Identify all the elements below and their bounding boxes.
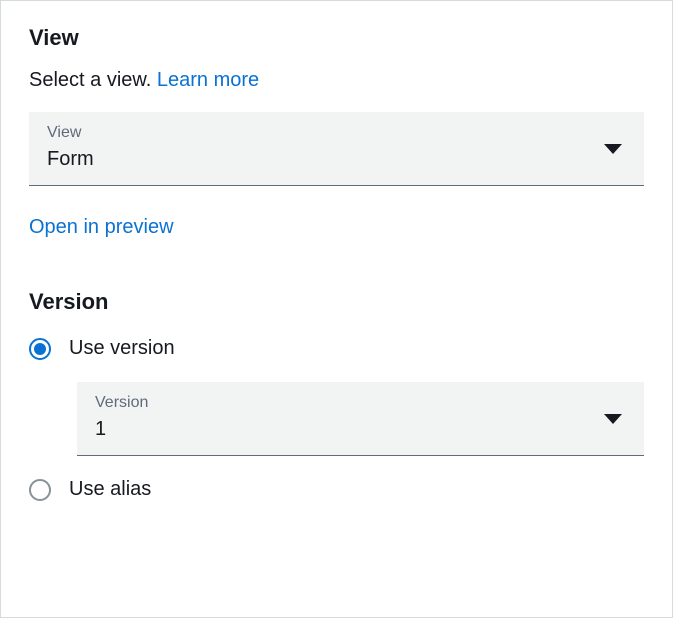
view-heading: View [29, 25, 644, 51]
view-subtitle-row: Select a view. Learn more [29, 69, 644, 92]
version-select[interactable]: Version 1 [77, 382, 644, 456]
radio-selected-dot-icon [34, 343, 46, 355]
version-select-value: 1 [95, 418, 626, 441]
chevron-down-icon [604, 144, 622, 154]
open-in-preview-link[interactable]: Open in preview [29, 216, 174, 238]
chevron-down-icon [604, 414, 622, 424]
radio-use-alias-row: Use alias [29, 478, 644, 501]
version-nested-select-wrap: Version 1 [77, 382, 644, 456]
version-heading: Version [29, 289, 644, 315]
view-subtitle-text: Select a view. [29, 69, 151, 91]
view-select[interactable]: View Form [29, 112, 644, 186]
radio-use-alias[interactable] [29, 479, 51, 501]
learn-more-link[interactable]: Learn more [157, 69, 259, 91]
config-panel: View Select a view. Learn more View Form… [0, 0, 673, 618]
radio-use-version-label: Use version [69, 337, 175, 360]
radio-use-alias-label: Use alias [69, 478, 151, 501]
view-select-value: Form [47, 148, 626, 171]
view-select-label: View [47, 124, 626, 142]
version-section: Version Use version Version 1 Use alias [29, 289, 644, 501]
radio-use-version[interactable] [29, 338, 51, 360]
radio-use-version-row: Use version [29, 337, 644, 360]
version-select-label: Version [95, 394, 626, 412]
preview-link-wrap: Open in preview [29, 216, 644, 239]
